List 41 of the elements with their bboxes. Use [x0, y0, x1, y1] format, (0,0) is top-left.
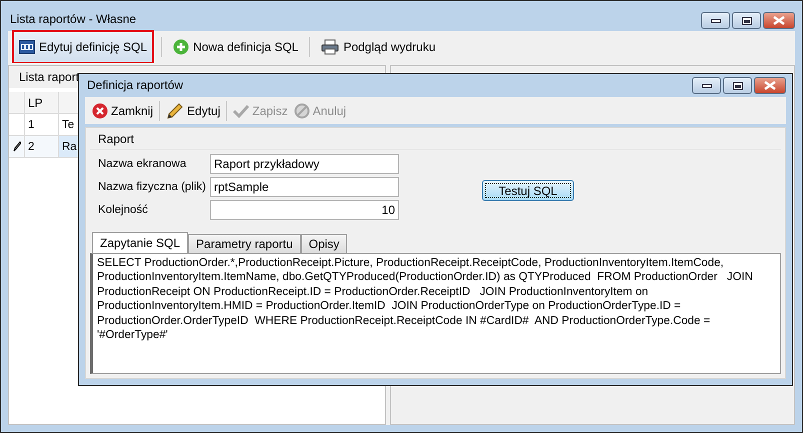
minimize-icon	[702, 84, 712, 88]
dialog-title: Definicja raportów	[87, 78, 184, 94]
toolbar-button[interactable]: Podgląd wydruku	[315, 34, 442, 60]
maximize-icon	[732, 82, 742, 90]
maximize-icon	[742, 16, 752, 24]
tab[interactable]: Parametry raportu	[188, 234, 301, 253]
tab[interactable]: Opisy	[300, 234, 348, 253]
field-label: Kolejność	[98, 204, 149, 216]
add-icon	[173, 39, 190, 55]
database-icon	[19, 40, 35, 54]
tab[interactable]: Zapytanie SQL	[92, 232, 188, 253]
checkmark-icon	[233, 104, 250, 118]
pencil-icon	[166, 102, 184, 120]
toolbar-button[interactable]: Edytuj	[163, 98, 224, 122]
sql-query-text[interactable]: SELECT ProductionOrder.*,ProductionReceipt.Picture, ProductionReceipt.ReceiptCode, ProductionInventoryItem.ItemCode, ProductionInventoryItem.ItemName, dbo.GetQTYProduced(ProductionOrder.ID) as QTYProduced FROM ProductionOrder JOIN ProductionReceipt ON ProductionReceipt.ID = ProductionOrder.ReceiptID JOIN ProductionInventoryItem on ProductionInventoryItem.HMID = ProductionOrder.ItemID JOIN ProductionOrderType on ProductionOrderType.ID = ProductionOrder.OrderTypeID WHERE ProductionReceipt.ReceiptCode IN #CardID# AND ProductionOrderType.Code = '#OrderType#'	[90, 253, 781, 374]
test-sql-button[interactable]: Testuj SQL	[482, 180, 574, 201]
close-icon	[92, 102, 108, 118]
close-icon	[773, 16, 785, 25]
panel-title: Lista raport	[19, 70, 80, 84]
window-title: Lista raportów - Własne	[10, 12, 136, 28]
minimize-button[interactable]	[692, 77, 721, 94]
input-field[interactable]: 10	[210, 200, 399, 220]
table-cell: 1	[25, 114, 59, 135]
maximize-button[interactable]	[723, 77, 752, 94]
field-label: Nazwa fizyczna (plik)	[98, 181, 207, 193]
close-icon	[764, 81, 776, 90]
toolbar-button[interactable]: Zamknij	[89, 98, 156, 122]
input-field[interactable]: rptSample	[210, 177, 399, 197]
close-button[interactable]	[754, 77, 786, 94]
input-field[interactable]: Raport przykładowy	[210, 154, 399, 174]
close-button[interactable]	[763, 12, 795, 29]
pencil-icon	[12, 141, 20, 152]
toolbar-button[interactable]: Edytuj definicję SQL	[12, 30, 154, 64]
printer-icon	[321, 39, 340, 55]
field-label: Nazwa ekranowa	[98, 158, 188, 170]
group-title: Raport	[98, 132, 134, 146]
maximize-button[interactable]	[732, 12, 761, 29]
minimize-button[interactable]	[701, 12, 730, 29]
cancel-icon	[294, 102, 310, 118]
minimize-icon	[710, 18, 720, 22]
toolbar-button[interactable]: Nowa definicja SQL	[167, 34, 304, 60]
